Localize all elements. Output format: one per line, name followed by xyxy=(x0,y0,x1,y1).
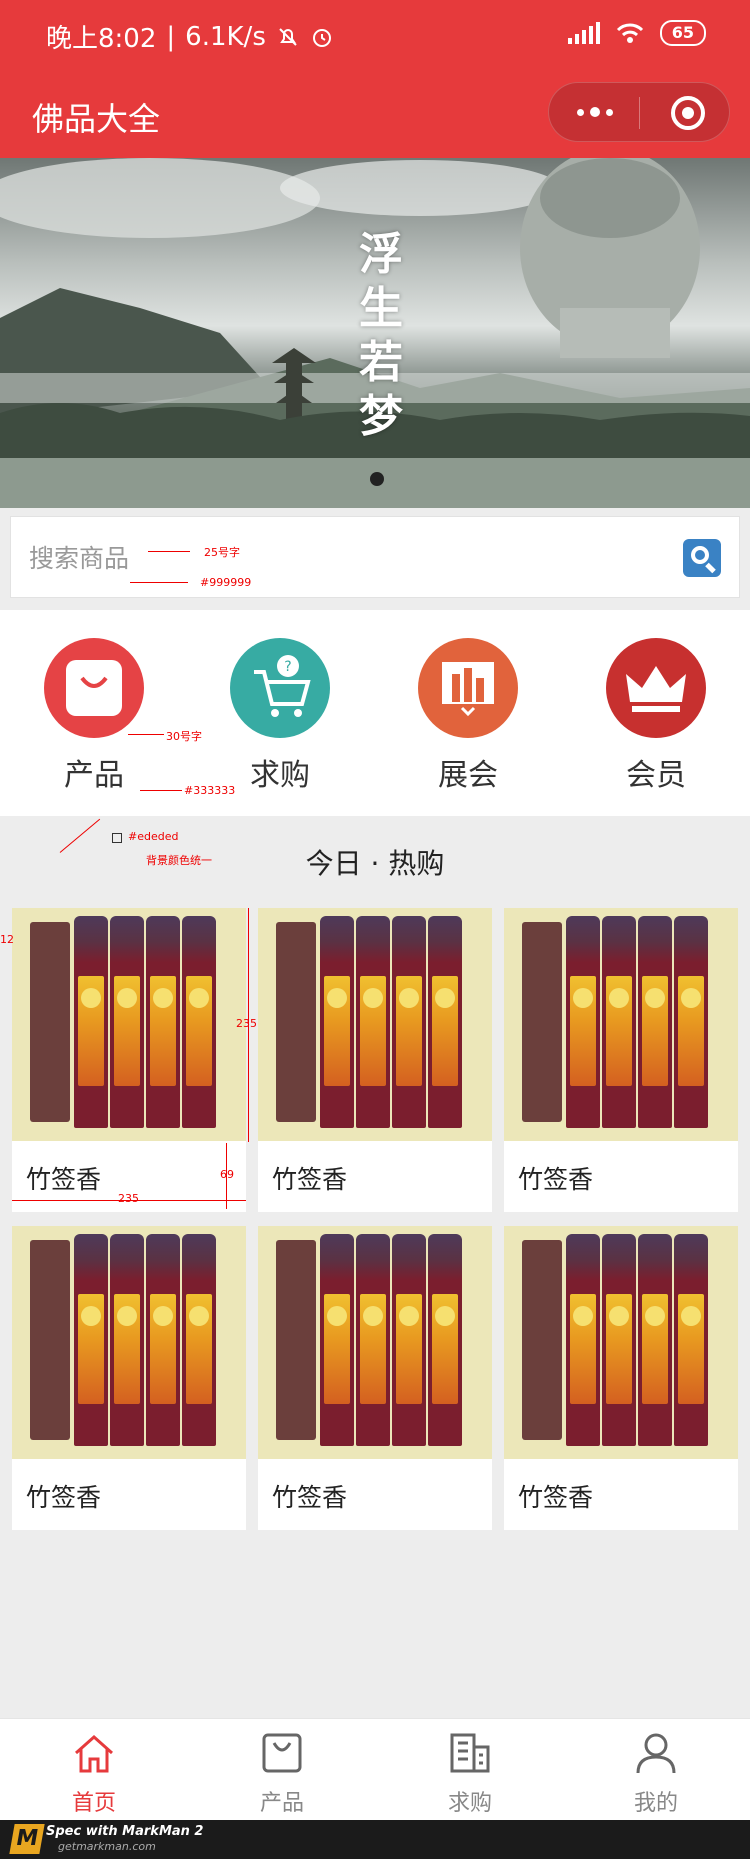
home-icon xyxy=(72,1731,116,1775)
alarm-clock-icon xyxy=(312,28,331,47)
annotation-name-height: 69 xyxy=(220,1168,234,1181)
category-label: 产品 xyxy=(64,758,124,793)
category-label: 会员 xyxy=(626,758,686,793)
signal-icon xyxy=(567,22,600,44)
product-image xyxy=(504,1226,738,1459)
section-title: 今日 · 热购 xyxy=(305,847,445,880)
product-name: 竹签香 xyxy=(518,1483,594,1512)
banner-carousel[interactable]: 浮生若梦 xyxy=(0,158,750,508)
cart-icon: ? xyxy=(230,638,330,738)
product-name: 竹签香 xyxy=(518,1165,594,1194)
category-member[interactable]: 会员 xyxy=(576,638,736,794)
search-icon xyxy=(691,546,709,564)
banner-title: 浮生若梦 xyxy=(359,229,403,442)
page-title: 佛品大全 xyxy=(32,100,161,138)
annotation-cat-color: #333333 xyxy=(184,784,236,797)
product-name: 竹签香 xyxy=(26,1483,102,1512)
product-image xyxy=(504,908,738,1141)
annotation-img-height: 235 xyxy=(236,1017,257,1030)
wifi-icon xyxy=(616,23,643,43)
building-icon xyxy=(448,1731,492,1775)
close-target-icon[interactable] xyxy=(671,96,705,130)
tab-me[interactable]: 我的 xyxy=(596,1731,716,1817)
capsule-divider xyxy=(639,97,640,129)
tab-home[interactable]: 首页 xyxy=(34,1731,154,1817)
battery-indicator: 65 xyxy=(659,20,706,46)
product-image xyxy=(258,908,492,1141)
annotation-margin: 12 xyxy=(0,933,14,946)
search-button[interactable] xyxy=(683,539,721,577)
tab-label: 求购 xyxy=(447,1791,492,1816)
carousel-indicator[interactable] xyxy=(370,472,384,486)
category-grid: 产品 ? 求购 展会 会员 30号字 #333333 xyxy=(0,610,750,816)
tab-products[interactable]: 产品 xyxy=(222,1731,342,1817)
crown-icon xyxy=(606,638,706,738)
markman-text: Spec with MarkMan 2 xyxy=(46,1824,204,1839)
markman-footer: M Spec with MarkMan 2 getmarkman.com xyxy=(0,1820,750,1859)
status-divider: | xyxy=(166,21,176,52)
status-time: 晚上8:02 xyxy=(46,24,157,54)
category-label: 展会 xyxy=(438,758,498,793)
product-image xyxy=(12,908,246,1141)
search-section: 搜索商品 25号字 #999999 xyxy=(0,508,750,610)
tab-purchase[interactable]: 求购 xyxy=(410,1731,530,1817)
search-placeholder: 搜索商品 xyxy=(29,544,130,573)
category-purchase[interactable]: ? 求购 xyxy=(200,638,360,794)
bottom-tab-bar: 首页 产品 求购 我的 xyxy=(0,1718,750,1820)
category-exhibition[interactable]: 展会 xyxy=(388,638,548,794)
product-name: 竹签香 xyxy=(272,1165,348,1194)
product-name: 竹签香 xyxy=(26,1165,102,1194)
product-card[interactable]: 竹签香 xyxy=(504,908,738,1212)
search-input[interactable]: 搜索商品 xyxy=(10,516,740,598)
exhibition-icon xyxy=(418,638,518,738)
status-network-speed: 6.1K/s xyxy=(185,21,266,52)
annotation-search-font: 25号字 xyxy=(204,546,240,559)
markman-logo: M xyxy=(9,1824,45,1854)
product-image xyxy=(258,1226,492,1459)
annotation-card-width: 235 xyxy=(118,1192,139,1205)
product-image xyxy=(12,1226,246,1459)
annotation-cat-font: 30号字 xyxy=(166,730,202,743)
tab-label: 我的 xyxy=(633,1791,678,1816)
product-card[interactable]: 竹签香 xyxy=(258,1226,492,1530)
tab-label: 首页 xyxy=(71,1791,116,1816)
markman-url[interactable]: getmarkman.com xyxy=(58,1840,156,1853)
svg-text:?: ? xyxy=(284,659,291,675)
tab-label: 产品 xyxy=(259,1791,304,1816)
more-dots-icon[interactable] xyxy=(577,107,613,117)
mini-program-capsule xyxy=(548,82,730,142)
annotation-search-color: #999999 xyxy=(200,576,252,589)
status-right: 65 xyxy=(567,20,706,46)
product-name: 竹签香 xyxy=(272,1483,348,1512)
product-card[interactable]: 竹签香 xyxy=(12,908,246,1212)
bag-icon xyxy=(260,1731,304,1775)
mute-bell-icon xyxy=(279,27,297,46)
bag-icon xyxy=(44,638,144,738)
product-card[interactable]: 竹签香 xyxy=(258,908,492,1212)
product-card[interactable]: 竹签香 xyxy=(12,1226,246,1530)
product-card[interactable]: 竹签香 xyxy=(504,1226,738,1530)
status-bar: 晚上8:02 | 6.1K/s 65 xyxy=(0,0,750,72)
status-left: 晚上8:02 | 6.1K/s xyxy=(46,18,334,55)
category-products[interactable]: 产品 xyxy=(14,638,174,794)
user-icon xyxy=(634,1731,678,1775)
top-bar: 晚上8:02 | 6.1K/s 65 佛品大全 xyxy=(0,0,750,158)
